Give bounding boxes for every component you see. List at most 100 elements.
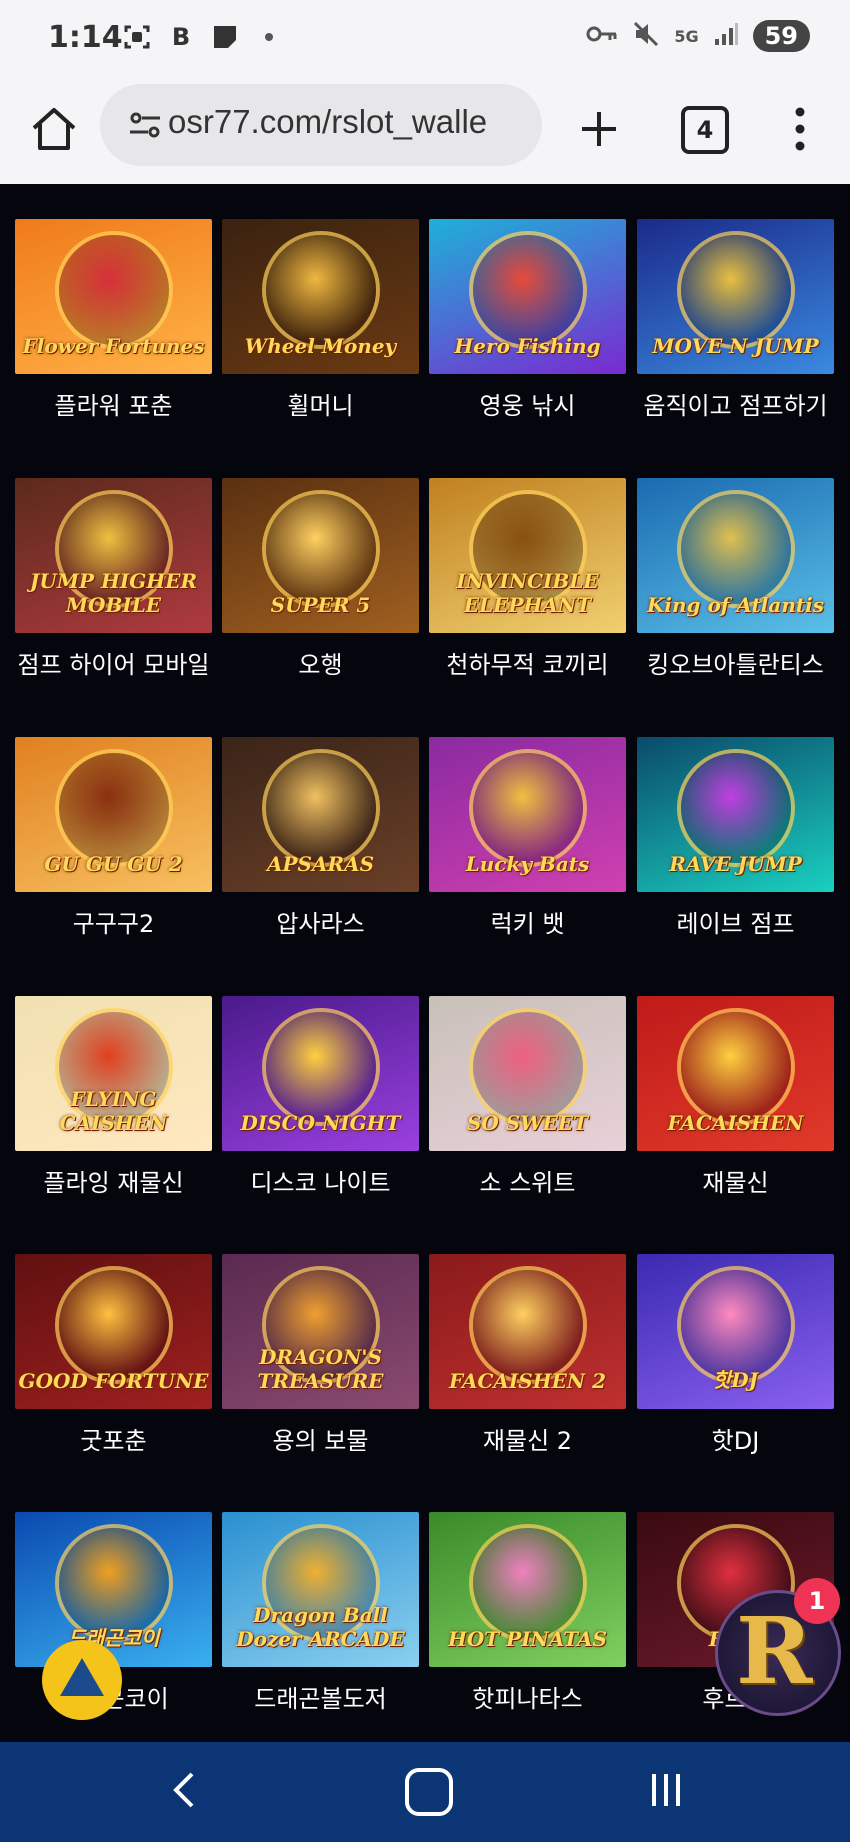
- note-app-icon: [210, 22, 240, 52]
- game-logo: Hero Fishing: [454, 334, 601, 358]
- game-thumbnail[interactable]: INVINCIBLE ELEPHANT: [429, 478, 626, 633]
- game-title[interactable]: 굿포춘: [15, 1423, 212, 1459]
- game-emblem: [472, 1269, 583, 1380]
- game-thumbnail[interactable]: DISCO NIGHT: [222, 996, 419, 1151]
- game-card[interactable]: INVINCIBLE ELEPHANT 천하무적 코끼리: [429, 478, 626, 683]
- game-title[interactable]: 킹오브아틀란티스: [637, 647, 834, 683]
- game-title[interactable]: 드래곤볼도저: [222, 1681, 419, 1717]
- game-card[interactable]: MOVE N JUMP 움직이고 점프하기: [637, 219, 834, 424]
- game-title[interactable]: 소 스위트: [429, 1165, 626, 1201]
- game-title[interactable]: 재물신 2: [429, 1423, 626, 1459]
- game-emblem: [680, 752, 791, 863]
- browser-toolbar: osr77.com/rslot_walle 4: [0, 80, 850, 184]
- game-thumbnail[interactable]: FLYING CAISHEN: [15, 996, 212, 1151]
- game-title[interactable]: 핫피나타스: [429, 1681, 626, 1717]
- recents-button[interactable]: [648, 1770, 684, 1814]
- game-title[interactable]: 플라잉 재물신: [15, 1165, 212, 1201]
- game-emblem: [472, 752, 583, 863]
- game-title[interactable]: 움직이고 점프하기: [637, 388, 834, 424]
- game-logo: APSARAS: [266, 852, 375, 876]
- game-thumbnail[interactable]: JUMP HIGHER MOBILE: [15, 478, 212, 633]
- game-thumbnail[interactable]: GOOD FORTUNE: [15, 1254, 212, 1409]
- game-emblem: [472, 1011, 583, 1122]
- game-emblem: [58, 1527, 169, 1638]
- game-card[interactable]: GU GU GU 2 구구구2: [15, 737, 212, 942]
- game-thumbnail[interactable]: HOT PINATAS: [429, 1512, 626, 1667]
- game-thumbnail[interactable]: RAVE JUMP: [637, 737, 834, 892]
- game-thumbnail[interactable]: 핫DJ: [637, 1254, 834, 1409]
- mute-icon: [632, 20, 660, 52]
- game-card[interactable]: King of Atlantis 킹오브아틀란티스: [637, 478, 834, 683]
- game-thumbnail[interactable]: FACAISHEN 2: [429, 1254, 626, 1409]
- game-logo: King of Atlantis: [647, 593, 824, 617]
- home-button[interactable]: [26, 102, 82, 158]
- overflow-menu-button[interactable]: [790, 104, 810, 154]
- game-logo: SUPER 5: [270, 593, 371, 617]
- game-thumbnail[interactable]: Flower Fortunes: [15, 219, 212, 374]
- game-card[interactable]: APSARAS 압사라스: [222, 737, 419, 942]
- game-title[interactable]: 구구구2: [15, 906, 212, 942]
- game-thumbnail[interactable]: MOVE N JUMP: [637, 219, 834, 374]
- game-card[interactable]: Wheel Money 휠머니: [222, 219, 419, 424]
- new-tab-button[interactable]: [574, 104, 624, 154]
- game-card[interactable]: Flower Fortunes 플라워 포춘: [15, 219, 212, 424]
- game-card[interactable]: Dragon Ball Dozer ARCADE 드래곤볼도저: [222, 1512, 419, 1717]
- game-emblem: [680, 1269, 791, 1380]
- game-card[interactable]: SO SWEET 소 스위트: [429, 996, 626, 1201]
- game-title[interactable]: 핫DJ: [637, 1423, 834, 1459]
- game-card[interactable]: FACAISHEN 재물신: [637, 996, 834, 1201]
- game-emblem: [58, 752, 169, 863]
- game-thumbnail[interactable]: SO SWEET: [429, 996, 626, 1151]
- game-thumbnail[interactable]: 드래곤코이: [15, 1512, 212, 1667]
- game-title[interactable]: 압사라스: [222, 906, 419, 942]
- address-bar[interactable]: osr77.com/rslot_walle: [100, 84, 542, 166]
- game-card[interactable]: Hero Fishing 영웅 낚시: [429, 219, 626, 424]
- game-logo: DISCO NIGHT: [240, 1111, 401, 1135]
- game-card[interactable]: HOT PINATAS 핫피나타스: [429, 1512, 626, 1717]
- game-card[interactable]: FLYING CAISHEN 플라잉 재물신: [15, 996, 212, 1201]
- game-card[interactable]: SUPER 5 오행: [222, 478, 419, 683]
- battery-level: 59: [752, 20, 810, 52]
- game-card[interactable]: FACAISHEN 2 재물신 2: [429, 1254, 626, 1459]
- game-title[interactable]: 재물신: [637, 1165, 834, 1201]
- game-title[interactable]: 레이브 점프: [637, 906, 834, 942]
- game-card[interactable]: RAVE JUMP 레이브 점프: [637, 737, 834, 942]
- back-button[interactable]: [170, 1770, 200, 1814]
- game-logo: Flower Fortunes: [22, 334, 205, 358]
- game-emblem: [58, 234, 169, 345]
- game-card[interactable]: GOOD FORTUNE 굿포춘: [15, 1254, 212, 1459]
- game-title[interactable]: 휠머니: [222, 388, 419, 424]
- game-thumbnail[interactable]: Wheel Money: [222, 219, 419, 374]
- game-title[interactable]: 영웅 낚시: [429, 388, 626, 424]
- game-card[interactable]: 핫DJ 핫DJ: [637, 1254, 834, 1459]
- game-title[interactable]: 용의 보물: [222, 1423, 419, 1459]
- url-text[interactable]: osr77.com/rslot_walle: [168, 103, 534, 141]
- site-settings-icon[interactable]: [128, 108, 162, 142]
- game-card[interactable]: JUMP HIGHER MOBILE 점프 하이어 모바일: [15, 478, 212, 683]
- nav-home-button[interactable]: [405, 1768, 453, 1816]
- game-thumbnail[interactable]: GU GU GU 2: [15, 737, 212, 892]
- game-card[interactable]: DRAGON'S TREASURE 용의 보물: [222, 1254, 419, 1459]
- game-thumbnail[interactable]: King of Atlantis: [637, 478, 834, 633]
- game-title[interactable]: 천하무적 코끼리: [429, 647, 626, 683]
- signal-icon: [713, 21, 739, 51]
- game-title[interactable]: 플라워 포춘: [15, 388, 212, 424]
- game-emblem: [680, 1011, 791, 1122]
- game-thumbnail[interactable]: DRAGON'S TREASURE: [222, 1254, 419, 1409]
- game-card[interactable]: DISCO NIGHT 디스코 나이트: [222, 996, 419, 1201]
- tab-switcher-button[interactable]: 4: [681, 106, 729, 154]
- game-thumbnail[interactable]: APSARAS: [222, 737, 419, 892]
- game-title[interactable]: 오행: [222, 647, 419, 683]
- scroll-top-button[interactable]: [42, 1640, 122, 1720]
- game-title[interactable]: 럭키 뱃: [429, 906, 626, 942]
- game-thumbnail[interactable]: Hero Fishing: [429, 219, 626, 374]
- game-thumbnail[interactable]: Lucky Bats: [429, 737, 626, 892]
- game-emblem: [265, 234, 376, 345]
- game-title[interactable]: 점프 하이어 모바일: [15, 647, 212, 683]
- recents-icon: [652, 1774, 680, 1806]
- game-card[interactable]: Lucky Bats 럭키 뱃: [429, 737, 626, 942]
- game-thumbnail[interactable]: FACAISHEN: [637, 996, 834, 1151]
- game-thumbnail[interactable]: SUPER 5: [222, 478, 419, 633]
- game-title[interactable]: 디스코 나이트: [222, 1165, 419, 1201]
- game-thumbnail[interactable]: Dragon Ball Dozer ARCADE: [222, 1512, 419, 1667]
